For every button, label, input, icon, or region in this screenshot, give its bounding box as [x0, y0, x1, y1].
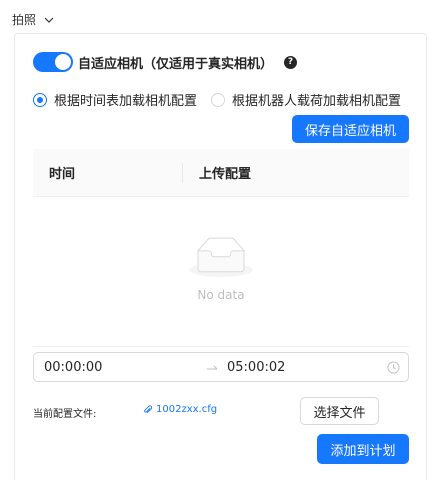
chevron-down-icon [44, 17, 54, 23]
radio-payload-label: 根据机器人载荷加载相机配置 [232, 94, 402, 109]
radio-schedule[interactable]: 根据时间表加载相机配置 [33, 90, 197, 109]
section-title: 拍照 [12, 13, 37, 27]
section-header[interactable]: 拍照 [12, 11, 54, 28]
capture-card: 自适应相机（仅适用于真实相机） ? 根据时间表加载相机配置 根据机器人载荷加载相… [14, 33, 427, 480]
add-to-plan-button[interactable]: 添加到计划 [317, 434, 409, 464]
config-file-link[interactable]: 1002zxx.cfg [143, 404, 217, 415]
toggle-knob [55, 54, 71, 70]
empty-inbox-icon [189, 237, 253, 277]
table-body: No data [33, 197, 409, 347]
paperclip-icon [144, 404, 153, 413]
range-arrow-icon [207, 365, 218, 370]
empty-state-text: No data [197, 288, 245, 302]
config-file-name[interactable]: 1002zxx.cfg [156, 404, 217, 415]
help-icon[interactable]: ? [284, 55, 298, 69]
column-header-upload-config-label: 上传配置 [199, 167, 252, 182]
empty-state: No data [189, 237, 253, 302]
end-time-input[interactable]: 05:00:02 [227, 360, 285, 375]
load-mode-radio-group: 根据时间表加载相机配置 根据机器人载荷加载相机配置 [33, 90, 415, 109]
clock-icon[interactable] [387, 361, 400, 374]
radio-payload[interactable]: 根据机器人载荷加载相机配置 [211, 90, 401, 109]
schedule-table: 时间 上传配置 No data [33, 149, 409, 347]
adaptive-camera-row: 自适应相机（仅适用于真实相机） ? [33, 52, 298, 72]
save-adaptive-camera-button[interactable]: 保存自适应相机 [292, 115, 409, 143]
time-range-picker[interactable]: 00:00:00 05:00:02 [33, 352, 409, 382]
column-header-upload-config: 上传配置 [183, 149, 409, 196]
column-header-time-label: 时间 [49, 167, 76, 182]
radio-payload-circle[interactable] [211, 92, 226, 107]
radio-schedule-circle[interactable] [33, 92, 47, 107]
column-header-time: 时间 [33, 149, 183, 196]
adaptive-camera-label: 自适应相机（仅适用于真实相机） [78, 56, 274, 72]
current-config-file-label: 当前配置文件: [33, 409, 97, 420]
table-header: 时间 上传配置 [33, 149, 409, 197]
radio-schedule-label: 根据时间表加载相机配置 [54, 94, 198, 109]
choose-file-button[interactable]: 选择文件 [300, 397, 379, 425]
start-time-input[interactable]: 00:00:00 [44, 360, 102, 375]
adaptive-camera-toggle[interactable] [33, 52, 73, 72]
